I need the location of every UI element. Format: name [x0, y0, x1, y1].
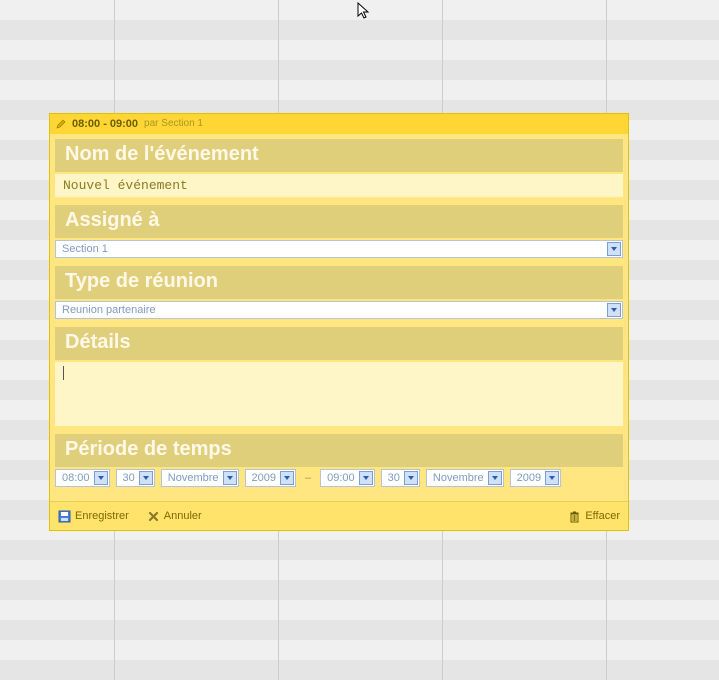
event-name-input[interactable]: Nouvel événement: [55, 174, 623, 197]
clear-button[interactable]: Effacer: [568, 510, 620, 523]
chevron-down-icon: [404, 471, 418, 485]
end-month-select[interactable]: Novembre: [426, 469, 504, 487]
save-button-label: Enregistrer: [75, 510, 129, 522]
chevron-down-icon: [545, 471, 559, 485]
start-year-select[interactable]: 2009: [245, 469, 296, 487]
trash-icon: [568, 510, 581, 523]
chevron-down-icon: [94, 471, 108, 485]
start-hour-select[interactable]: 08:00: [55, 469, 110, 487]
details-textarea[interactable]: [55, 362, 623, 426]
chevron-down-icon: [607, 242, 621, 256]
cancel-button[interactable]: Annuler: [147, 510, 202, 523]
pencil-icon: [56, 119, 66, 129]
chevron-down-icon: [488, 471, 502, 485]
chevron-down-icon: [280, 471, 294, 485]
save-button[interactable]: Enregistrer: [58, 510, 129, 523]
chevron-down-icon: [139, 471, 153, 485]
section-header-type: Type de réunion: [55, 266, 623, 299]
cancel-button-label: Annuler: [164, 510, 202, 522]
section-header-period: Période de temps: [55, 434, 623, 467]
start-month-select[interactable]: Novembre: [161, 469, 239, 487]
meeting-type-value: Reunion partenaire: [62, 304, 156, 316]
section-header-name: Nom de l'événement: [55, 139, 623, 172]
end-year-select[interactable]: 2009: [510, 469, 561, 487]
assigned-select-value: Section 1: [62, 243, 108, 255]
dialog-header: 08:00 - 09:00 par Section 1: [50, 114, 628, 134]
text-caret: [63, 366, 64, 380]
dialog-footer: Enregistrer Annuler Effacer: [50, 501, 628, 530]
chevron-down-icon: [607, 303, 621, 317]
period-separator: –: [302, 472, 314, 484]
period-row: 08:00 30 Novembre 2009 – 09:00 30: [55, 469, 623, 487]
end-hour-select[interactable]: 09:00: [320, 469, 375, 487]
chevron-down-icon: [359, 471, 373, 485]
header-time-range: 08:00 - 09:00: [72, 114, 138, 134]
header-by: par Section 1: [144, 114, 203, 134]
clear-button-label: Effacer: [585, 510, 620, 522]
section-header-assigned: Assigné à: [55, 205, 623, 238]
end-min-select[interactable]: 30: [381, 469, 420, 487]
section-header-details: Détails: [55, 327, 623, 360]
dialog-body: Nom de l'événement Nouvel événement Assi…: [50, 134, 628, 501]
chevron-down-icon: [223, 471, 237, 485]
assigned-select[interactable]: Section 1: [55, 240, 623, 258]
start-min-select[interactable]: 30: [116, 469, 155, 487]
save-icon: [58, 510, 71, 523]
cancel-icon: [147, 510, 160, 523]
meeting-type-select[interactable]: Reunion partenaire: [55, 301, 623, 319]
event-dialog: 08:00 - 09:00 par Section 1 Nom de l'évé…: [49, 113, 629, 531]
